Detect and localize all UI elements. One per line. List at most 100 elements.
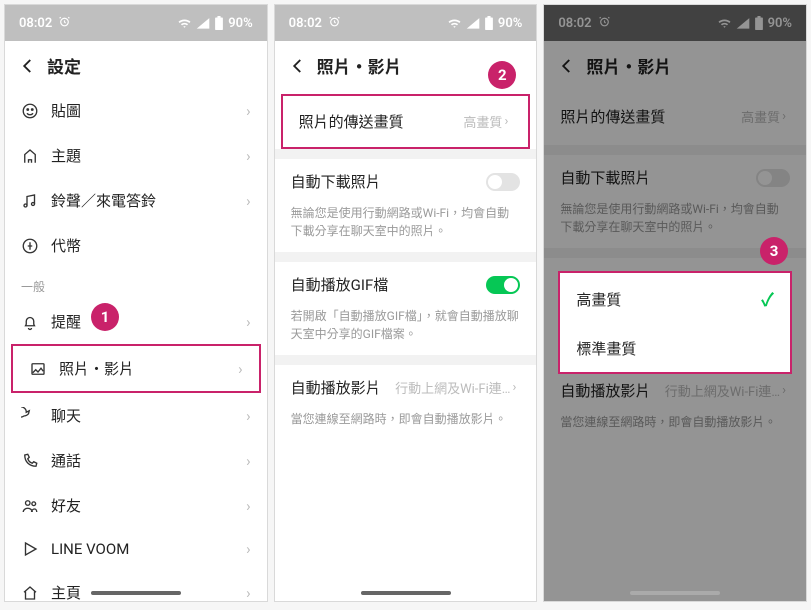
chevron-right-icon: › [246, 407, 251, 425]
row-auto-download[interactable]: 自動下載照片 [544, 155, 806, 200]
label: 提醒 [51, 311, 81, 332]
option-high-quality[interactable]: 高畫質 ✓ [560, 273, 790, 325]
back-icon[interactable] [289, 57, 307, 75]
divider [275, 252, 537, 262]
toggle-autoplay-gif[interactable] [486, 276, 520, 294]
label: 聊天 [51, 405, 81, 426]
label: 自動下載照片 [291, 171, 381, 192]
label: 主頁 [51, 582, 81, 602]
header: 照片・影片 [544, 41, 806, 88]
wifi-icon [717, 17, 732, 29]
chevron-right-icon: › [782, 383, 786, 398]
status-bar: 08:02 90% [5, 5, 267, 41]
label: 自動播放影片 [291, 377, 381, 398]
value: 高畫質 [463, 112, 502, 131]
chevron-right-icon: › [246, 313, 251, 331]
divider [544, 145, 806, 155]
row-home[interactable]: 主頁 › [5, 570, 267, 602]
battery-pct: 90% [228, 16, 252, 31]
label: 代幣 [51, 235, 81, 256]
label: 主題 [51, 145, 81, 166]
row-ringtone[interactable]: 鈴聲／來電答鈴 › [5, 178, 267, 223]
wifi-icon [177, 17, 192, 29]
image-icon [29, 360, 47, 378]
label: 高畫質 [576, 289, 621, 310]
desc-autoplay-video: 當您連線至網路時，即會自動播放影片。 [275, 410, 537, 440]
chevron-right-icon: › [782, 109, 786, 124]
home-icon [21, 584, 39, 602]
phone-settings: 08:02 90% 設定 貼圖 › 主題 › 鈴聲／來電答鈴 › [4, 4, 268, 602]
badge-1: 1 [91, 303, 119, 331]
chevron-right-icon: › [246, 147, 251, 165]
header: 設定 [5, 41, 267, 88]
home-indicator [630, 591, 720, 595]
label: 鈴聲／來電答鈴 [51, 190, 156, 211]
alarm-icon [598, 15, 611, 32]
phone-icon [21, 452, 39, 470]
signal-icon [466, 17, 480, 29]
row-notify[interactable]: 提醒 › [5, 299, 267, 344]
label: LINE VOOM [51, 540, 129, 558]
chevron-right-icon: › [246, 584, 251, 602]
row-themes[interactable]: 主題 › [5, 133, 267, 178]
section-general: 一般 [5, 268, 267, 299]
status-bar: 08:02 90% [544, 5, 806, 41]
label: 照片的傳送畫質 [560, 106, 665, 127]
row-coins[interactable]: 代幣 [5, 223, 267, 268]
back-icon[interactable] [558, 57, 576, 75]
chevron-right-icon: › [246, 497, 251, 515]
row-send-quality[interactable]: 照片的傳送畫質 高畫質› [281, 94, 531, 149]
music-icon [21, 192, 39, 210]
row-auto-download[interactable]: 自動下載照片 [275, 159, 537, 204]
value: 行動上網及Wi-Fi連… [395, 378, 510, 397]
label: 照片的傳送畫質 [299, 111, 404, 132]
label: 自動下載照片 [560, 167, 650, 188]
row-photos-videos[interactable]: 照片・影片 › [11, 344, 261, 393]
row-autoplay-video[interactable]: 自動播放影片 行動上網及Wi-Fi連…› [275, 365, 537, 410]
chat-icon [21, 407, 39, 425]
desc-autoplay-gif: 若開啟「自動播放GIF檔」，就會自動播放聊天室中分享的GIF檔案。 [275, 307, 537, 355]
badge-3: 3 [760, 237, 788, 265]
signal-icon [196, 17, 210, 29]
label: 自動播放GIF檔 [291, 274, 389, 295]
label: 照片・影片 [59, 358, 134, 379]
play-icon [21, 540, 39, 558]
status-time: 08:02 [558, 16, 591, 31]
row-friends[interactable]: 好友 › [5, 483, 267, 528]
row-voom[interactable]: LINE VOOM › [5, 528, 267, 570]
row-autoplay-video[interactable]: 自動播放影片 行動上網及Wi-Fi連…› [544, 368, 806, 413]
alarm-icon [58, 15, 71, 32]
friends-icon [21, 497, 39, 515]
status-time: 08:02 [289, 16, 322, 31]
back-icon[interactable] [19, 57, 37, 75]
row-chat[interactable]: 聊天 › [5, 393, 267, 438]
desc-auto-download: 無論您是使用行動網路或Wi-Fi，均會自動下載分享在聊天室中的照片。 [275, 204, 537, 252]
chevron-right-icon: › [246, 102, 251, 120]
row-stickers[interactable]: 貼圖 › [5, 88, 267, 133]
value: 高畫質 [741, 107, 780, 126]
home-indicator [91, 591, 181, 595]
label: 通話 [51, 450, 81, 471]
battery-pct: 90% [768, 16, 792, 31]
row-call[interactable]: 通話 › [5, 438, 267, 483]
value: 行動上網及Wi-Fi連… [665, 381, 780, 400]
option-standard-quality[interactable]: 標準畫質 [560, 325, 790, 372]
battery-icon [754, 16, 764, 30]
toggle-auto-download[interactable] [756, 169, 790, 187]
coin-icon [21, 237, 39, 255]
quality-popup: 高畫質 ✓ 標準畫質 [558, 271, 792, 374]
row-send-quality[interactable]: 照片的傳送畫質 高畫質› [544, 88, 806, 145]
chevron-right-icon: › [246, 540, 251, 558]
divider [275, 149, 537, 159]
phone-quality-popup: 08:02 90% 照片・影片 照片的傳送畫質 高畫質› 自動下載照片 無論您是… [543, 4, 807, 602]
bell-icon [21, 313, 39, 331]
chevron-right-icon: › [238, 360, 243, 378]
battery-pct: 90% [498, 16, 522, 31]
alarm-icon [328, 15, 341, 32]
toggle-auto-download[interactable] [486, 173, 520, 191]
status-time: 08:02 [19, 16, 52, 31]
page-title: 設定 [47, 53, 81, 78]
signal-icon [736, 17, 750, 29]
desc-autoplay-video: 當您連線至網路時，即會自動播放影片。 [544, 413, 806, 443]
row-autoplay-gif[interactable]: 自動播放GIF檔 [275, 262, 537, 307]
